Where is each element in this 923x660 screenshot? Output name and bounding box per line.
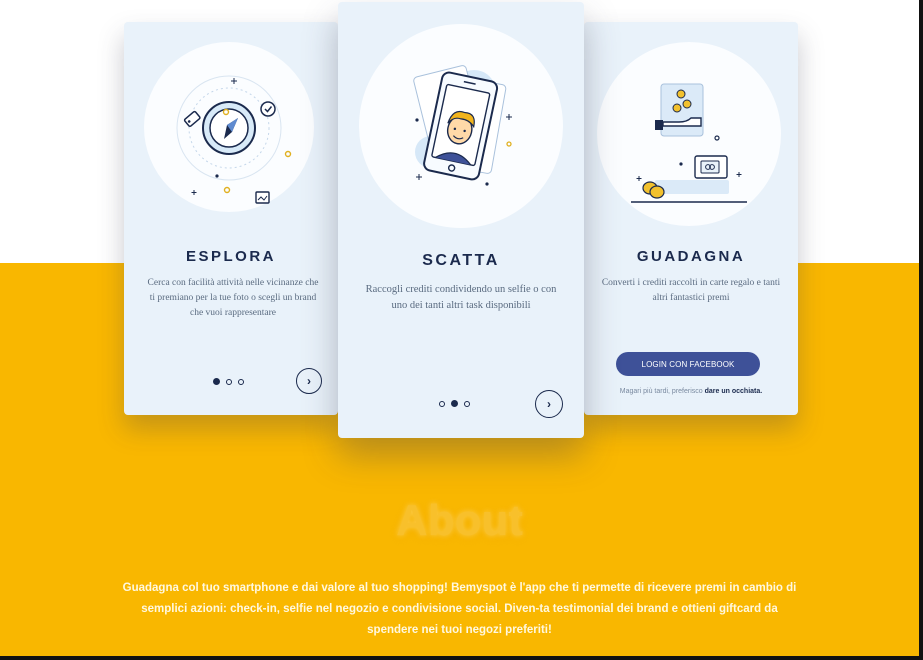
pager-dot-active[interactable] xyxy=(451,400,458,407)
pager-dot[interactable] xyxy=(439,400,445,407)
smartphone-selfie-icon xyxy=(413,65,512,186)
about-heading: About xyxy=(395,496,524,545)
skip-login-prefix: Magari più tardi, preferisco xyxy=(619,388,703,395)
about-paragraph: Guadagna col tuo smartphone e dai valore… xyxy=(122,582,797,636)
card-description: Converti i crediti raccolti in carte reg… xyxy=(601,278,781,303)
next-button[interactable]: › xyxy=(296,368,322,394)
card-title: ESPLORA xyxy=(185,248,276,265)
pager-dot-active[interactable] xyxy=(213,378,220,385)
next-button[interactable]: › xyxy=(535,390,563,418)
page-canvas: ESPLORA Cerca con facilità attività nell… xyxy=(0,0,919,656)
pager-dot[interactable] xyxy=(464,400,470,407)
illustration-circle xyxy=(597,42,781,226)
skip-login-link[interactable]: dare un occhiata. xyxy=(705,388,763,395)
login-facebook-button[interactable]: LOGIN CON FACEBOOK xyxy=(616,352,760,376)
skip-login-text: Magari più tardi, preferisco dare un occ… xyxy=(584,388,798,395)
illustration-circle xyxy=(144,42,314,212)
pager-dot[interactable] xyxy=(238,378,244,385)
compass-icon xyxy=(176,75,292,204)
onboarding-card-esplora: ESPLORA Cerca con facilità attività nell… xyxy=(124,22,338,415)
coins-giftcard-icon xyxy=(631,83,747,203)
onboarding-card-scatta: SCATTA Raccogli crediti condividendo un … xyxy=(338,2,584,438)
onboarding-card-guadagna: GUADAGNA Converti i crediti raccolti in … xyxy=(584,22,798,415)
chevron-right-icon: › xyxy=(547,397,551,411)
card-description: Cerca con facilità attività nelle vicina… xyxy=(147,278,319,318)
card-description: Raccogli crediti condividendo un selfie … xyxy=(365,284,557,311)
illustration-circle xyxy=(359,24,563,228)
pager-dots xyxy=(439,400,470,407)
card-title: GUADAGNA xyxy=(636,248,746,265)
card-title: SCATTA xyxy=(422,252,500,269)
pager-dots xyxy=(213,378,244,385)
chevron-right-icon: › xyxy=(307,374,311,388)
pager-dot[interactable] xyxy=(226,378,232,385)
